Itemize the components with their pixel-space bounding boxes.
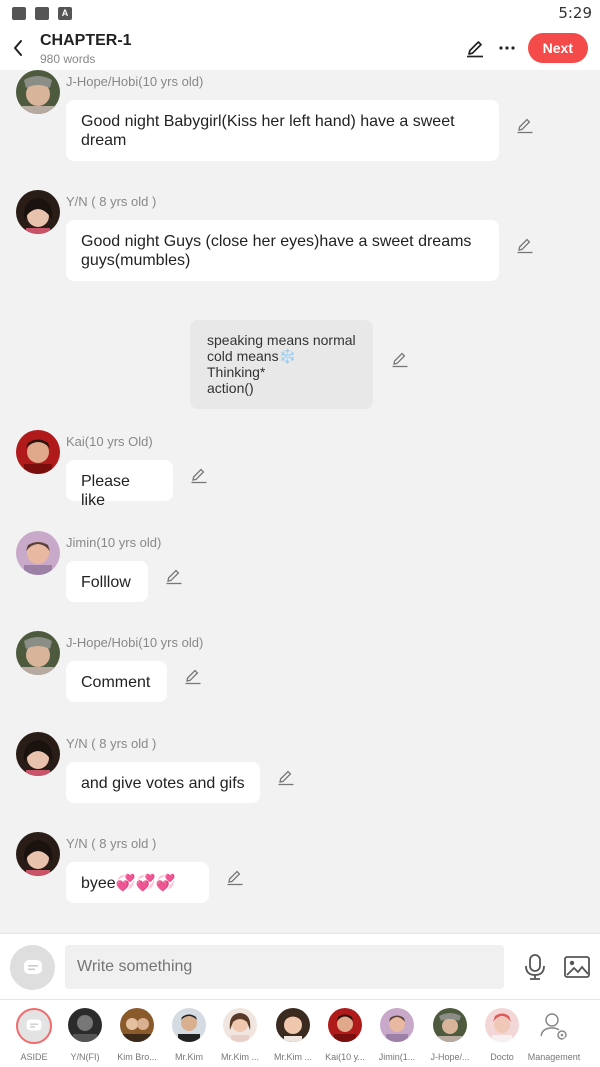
avatar bbox=[68, 1008, 102, 1042]
folder-icon bbox=[35, 6, 49, 20]
aside-toggle-button[interactable] bbox=[10, 945, 55, 990]
message-bubble[interactable]: and give votes and gifs bbox=[66, 762, 260, 803]
cast-label: Y/N(FI) bbox=[70, 1052, 100, 1062]
avatar[interactable] bbox=[16, 832, 60, 876]
microphone-icon[interactable] bbox=[521, 953, 549, 981]
edit-chapter-button[interactable] bbox=[464, 37, 486, 59]
word-count: 980 words bbox=[40, 51, 96, 66]
cast-label: ASIDE bbox=[20, 1052, 48, 1062]
font-icon: A bbox=[58, 6, 72, 20]
next-button[interactable]: Next bbox=[527, 33, 588, 63]
gallery-icon bbox=[12, 6, 26, 20]
chat-area[interactable]: J-Hope/Hobi(10 yrs old) Good night Babyg… bbox=[0, 70, 600, 933]
avatar bbox=[223, 1008, 257, 1042]
aside-icon bbox=[26, 1019, 42, 1031]
edit-icon[interactable] bbox=[516, 116, 534, 134]
edit-icon[interactable] bbox=[516, 236, 534, 254]
aside-avatar bbox=[16, 1008, 52, 1044]
avatar[interactable] bbox=[16, 430, 60, 474]
edit-icon[interactable] bbox=[184, 667, 202, 685]
more-icon bbox=[499, 46, 515, 50]
avatar[interactable] bbox=[16, 732, 60, 776]
composer-bar bbox=[0, 933, 600, 999]
avatar bbox=[328, 1008, 362, 1042]
avatar[interactable] bbox=[16, 531, 60, 575]
cast-item[interactable]: Mr.Kim bbox=[163, 1008, 215, 1062]
cast-label: Mr.Kim bbox=[175, 1052, 203, 1062]
message-bubble[interactable]: Please like bbox=[66, 460, 173, 509]
header-actions: Next bbox=[464, 33, 588, 63]
aside-line: cold means❄️ bbox=[207, 348, 297, 364]
back-button[interactable] bbox=[2, 26, 34, 70]
status-bar: A 5:29 bbox=[0, 0, 600, 26]
status-time: 5:29 bbox=[558, 4, 592, 22]
cast-label: Mr.Kim ... bbox=[274, 1052, 312, 1062]
speaker-name: Kai(10 yrs Old) bbox=[66, 434, 153, 449]
edit-icon[interactable] bbox=[391, 350, 409, 368]
message-bubble[interactable]: Comment bbox=[66, 661, 167, 702]
cast-item-management[interactable]: Management bbox=[528, 1008, 580, 1062]
avatar bbox=[120, 1008, 154, 1042]
speaker-name: J-Hope/Hobi(10 yrs old) bbox=[66, 74, 204, 89]
avatar bbox=[485, 1008, 519, 1042]
avatar bbox=[276, 1008, 310, 1042]
avatar[interactable] bbox=[16, 190, 60, 234]
image-icon[interactable] bbox=[563, 953, 591, 981]
speaker-name: Y/N ( 8 yrs old ) bbox=[66, 194, 157, 209]
speaker-name: Y/N ( 8 yrs old ) bbox=[66, 836, 157, 851]
avatar bbox=[172, 1008, 206, 1042]
chapter-title: CHAPTER-1 bbox=[40, 31, 132, 49]
pen-icon bbox=[466, 41, 483, 58]
speaker-name: Y/N ( 8 yrs old ) bbox=[66, 736, 157, 751]
message-bubble[interactable]: byee💞💞💞 bbox=[66, 862, 209, 903]
status-icons: A bbox=[12, 6, 72, 20]
cast-item[interactable]: Kim Bro... bbox=[111, 1008, 163, 1062]
avatar bbox=[380, 1008, 414, 1042]
character-bar: ASIDE Y/N(FI) Kim Bro... Mr.Kim Mr.Kim .… bbox=[0, 999, 600, 1067]
cast-label: Jimin(1... bbox=[378, 1052, 416, 1062]
aside-bubble[interactable]: speaking means normal cold means❄️ Think… bbox=[190, 320, 373, 409]
message-input[interactable] bbox=[65, 945, 504, 989]
avatar[interactable] bbox=[16, 631, 60, 675]
cast-label: Kim Bro... bbox=[117, 1052, 157, 1062]
more-button[interactable] bbox=[496, 37, 518, 59]
edit-icon[interactable] bbox=[226, 868, 244, 886]
cast-item[interactable]: Docto bbox=[476, 1008, 528, 1062]
cast-label: Mr.Kim ... bbox=[221, 1052, 259, 1062]
app-header: CHAPTER-1 980 words Next bbox=[0, 26, 600, 70]
management-avatar bbox=[537, 1008, 571, 1042]
edit-icon[interactable] bbox=[190, 466, 208, 484]
cast-label: Docto bbox=[490, 1052, 514, 1062]
aside-line: speaking means normal bbox=[207, 332, 356, 348]
message-bubble[interactable]: Good night Babygirl(Kiss her left hand) … bbox=[66, 100, 499, 161]
cast-item[interactable]: Y/N(FI) bbox=[59, 1008, 111, 1062]
edit-icon[interactable] bbox=[277, 768, 295, 786]
cast-item-aside[interactable]: ASIDE bbox=[8, 1008, 60, 1062]
title-block: CHAPTER-1 980 words bbox=[40, 31, 464, 66]
user-settings-icon bbox=[540, 1013, 567, 1040]
cast-item[interactable]: Mr.Kim ... bbox=[267, 1008, 319, 1062]
cast-item[interactable]: Jimin(1... bbox=[371, 1008, 423, 1062]
avatar[interactable] bbox=[16, 70, 60, 114]
edit-icon[interactable] bbox=[165, 567, 183, 585]
aside-line: Thinking* bbox=[207, 364, 266, 380]
cast-item[interactable]: J-Hope/... bbox=[424, 1008, 476, 1062]
aside-line: action() bbox=[207, 380, 254, 396]
cast-label: Management bbox=[527, 1052, 581, 1062]
aside-icon bbox=[23, 959, 42, 974]
cast-item[interactable]: Mr.Kim ... bbox=[214, 1008, 266, 1062]
chevron-left-icon bbox=[14, 40, 22, 56]
message-bubble[interactable]: Folllow bbox=[66, 561, 148, 602]
speaker-name: J-Hope/Hobi(10 yrs old) bbox=[66, 635, 204, 650]
message-bubble[interactable]: Good night Guys (close her eyes)have a s… bbox=[66, 220, 499, 281]
cast-label: J-Hope/... bbox=[430, 1052, 470, 1062]
avatar bbox=[433, 1008, 467, 1042]
cast-label: Kai(10 y... bbox=[325, 1052, 365, 1062]
cast-item[interactable]: Kai(10 y... bbox=[319, 1008, 371, 1062]
speaker-name: Jimin(10 yrs old) bbox=[66, 535, 162, 550]
